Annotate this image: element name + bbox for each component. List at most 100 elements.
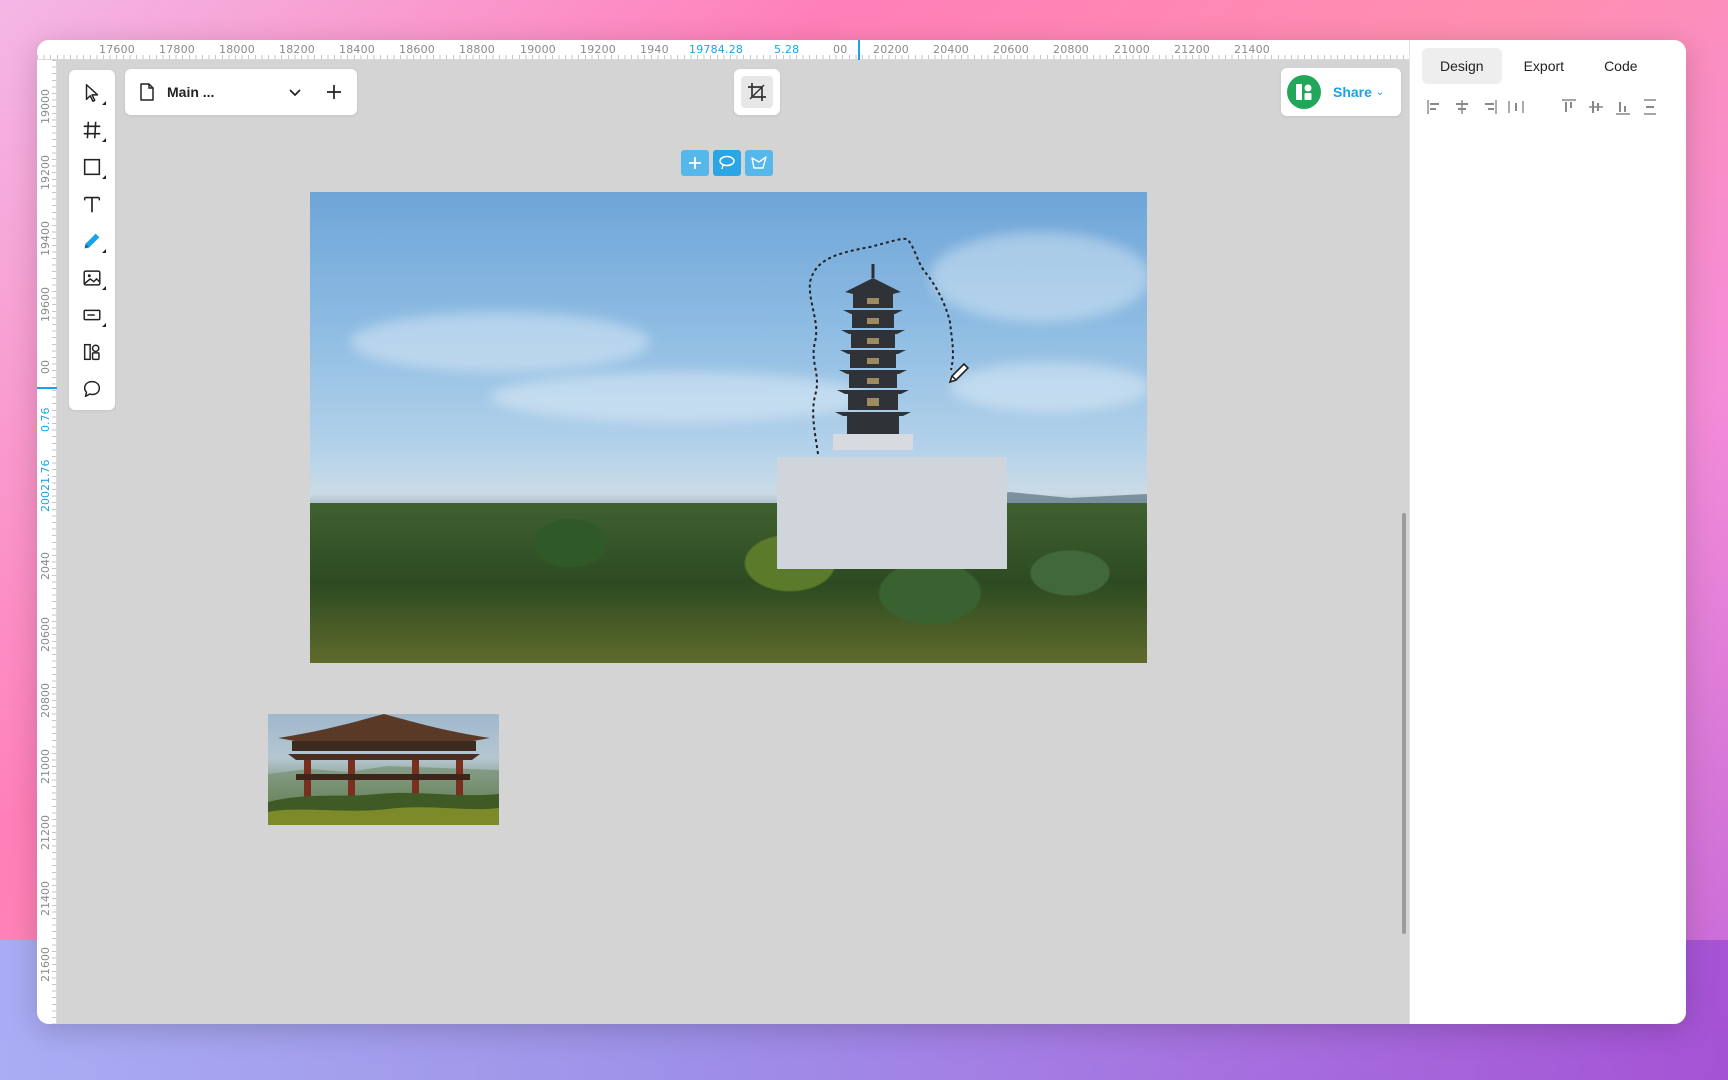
ruler-top-label: 21400 [1234,43,1270,56]
cloud [350,312,650,372]
plus-icon [689,157,701,169]
polygon-lasso-icon [751,156,767,169]
pen-tool[interactable] [74,222,110,259]
comment-bubble-icon [83,380,101,397]
input-tool[interactable] [74,296,110,333]
text-tool[interactable] [74,185,110,222]
ruler-top-label: 20800 [1053,43,1089,56]
avatar[interactable] [1287,75,1321,109]
lasso-button[interactable] [713,150,741,176]
cloud [930,232,1147,322]
ruler-left-label: 21400 [39,881,52,916]
component-tool[interactable] [74,333,110,370]
align-center-horizontal-icon[interactable] [1453,98,1471,116]
add-page-icon[interactable] [325,83,343,101]
ruler-top-label: 17600 [99,43,135,56]
pavilion-image[interactable] [268,714,499,825]
tool-menu-corner [102,249,106,253]
tab-export[interactable]: Export [1506,48,1582,84]
align-center-vertical-icon[interactable] [1587,98,1605,116]
landscape-image[interactable] [310,192,1147,663]
align-right-icon[interactable] [1480,98,1498,116]
share-caret-icon[interactable]: ⌄ [1376,87,1384,98]
image-icon [83,269,101,286]
tab-design[interactable]: Design [1422,48,1502,84]
ruler-top[interactable]: 17600 17800 18000 18200 18400 18600 1880… [37,40,1409,60]
ruler-top-selection-end: 5.28 [774,43,800,56]
ruler-top-label: 21200 [1174,43,1210,56]
ruler-top-marker [858,40,860,60]
lasso-icon [719,155,735,170]
distribute-vertical-icon[interactable] [1641,98,1659,116]
ruler-left-selection-start: 0.76 [39,407,52,433]
align-top-icon[interactable] [1560,98,1578,116]
ruler-left-label: 19400 [39,221,52,256]
page-selector[interactable]: Main ... [125,69,357,115]
ruler-left-marker [37,387,57,389]
chevron-down-icon[interactable] [287,84,303,100]
tool-menu-corner [102,286,106,290]
distribute-horizontal-icon[interactable] [1507,98,1525,116]
rectangle-icon [83,158,101,175]
document-icon [140,83,154,101]
share-button[interactable]: Share [1333,84,1372,100]
cloud [490,372,870,422]
ruler-top-label: 19000 [520,43,556,56]
ruler-top-label: 17800 [159,43,195,56]
ruler-left[interactable]: 19000 19200 19400 19600 00 0.76 20021.76… [37,60,57,1024]
tool-menu-corner [102,101,106,105]
vertical-scrollbar[interactable] [1402,513,1406,934]
image-tool[interactable] [74,259,110,296]
ruler-top-label: 20600 [993,43,1029,56]
polygon-lasso-button[interactable] [745,150,773,176]
cloud [950,362,1147,412]
pagoda [833,264,913,450]
ruler-top-label: 18000 [219,43,255,56]
pointer-icon [85,83,99,102]
ruler-top-label: 20200 [873,43,909,56]
align-bottom-icon[interactable] [1614,98,1632,116]
ruler-top-label: 18800 [459,43,495,56]
pencil-icon [84,233,100,248]
pavilion-scene [268,714,499,825]
foliage [310,503,1147,663]
tool-menu-corner [102,323,106,327]
panel-tabs: Design Export Code [1410,40,1686,92]
text-icon [83,196,101,212]
ruler-top-label: 18200 [279,43,315,56]
ruler-left-label: 00 [39,360,52,374]
app-window: 17600 17800 18000 18200 18400 18600 1880… [37,40,1686,1024]
rectangle-tool[interactable] [74,148,110,185]
select-tool[interactable] [74,74,110,111]
component-icon [83,343,100,360]
ruler-left-label: 19600 [39,287,52,322]
ruler-left-label: 21600 [39,947,52,982]
ruler-top-label: 21000 [1114,43,1150,56]
tool-menu-corner [102,175,106,179]
ruler-top-label: 18400 [339,43,375,56]
alignment-toolbar [1410,92,1686,122]
align-left-icon[interactable] [1426,98,1444,116]
ruler-left-selection-end: 20021.76 [39,459,52,513]
page-name: Main ... [167,84,215,100]
add-selection-button[interactable] [681,150,709,176]
ruler-left-label: 20600 [39,617,52,652]
tab-code[interactable]: Code [1586,48,1655,84]
crop-icon [748,83,766,101]
avatar-logo-icon [1296,84,1312,100]
comment-tool[interactable] [74,370,110,407]
frame-tool[interactable] [74,111,110,148]
ruler-top-label: 1940 [640,43,669,56]
selection-toolbar [681,150,773,176]
crop-button[interactable] [734,69,780,115]
share-area: Share ⌄ [1281,68,1401,116]
tool-menu-corner [102,138,106,142]
tool-palette [69,70,115,410]
input-field-icon [83,309,101,320]
ruler-top-label: 20400 [933,43,969,56]
placeholder-rectangle[interactable] [777,457,1007,569]
ruler-top-label: 00 [833,43,848,56]
ruler-top-label: 18600 [399,43,435,56]
ruler-left-label: 2040 [39,552,52,580]
pencil-cursor-icon [948,362,970,384]
